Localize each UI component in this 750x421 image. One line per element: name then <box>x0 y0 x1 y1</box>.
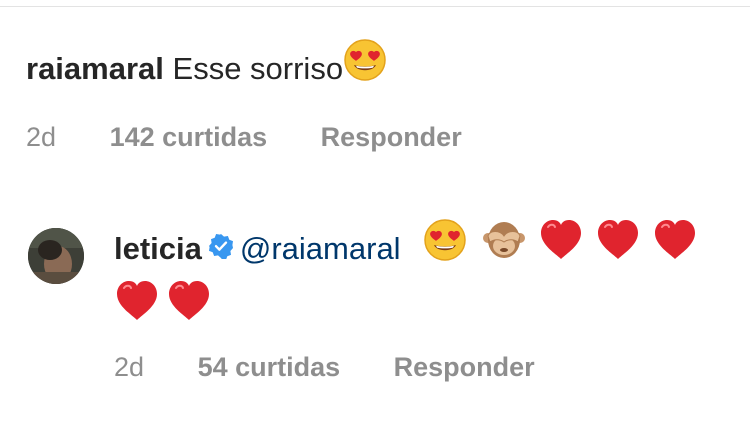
reply-button[interactable]: Responder <box>394 349 535 385</box>
comment-username[interactable]: raiamaral <box>26 51 164 86</box>
comment-likes-link[interactable]: 54 curtidas <box>198 349 341 385</box>
comment-text-line-continued <box>114 279 744 329</box>
avatar[interactable] <box>28 228 84 284</box>
reply-content: leticia @raiamaral 2d 54 curtidas Respon… <box>114 219 744 385</box>
comment-timestamp: 2d <box>26 122 57 153</box>
top-divider <box>0 0 750 7</box>
comment-timestamp: 2d <box>114 352 145 383</box>
reply-button[interactable]: Responder <box>321 119 462 155</box>
comment-likes-link[interactable]: 142 curtidas <box>110 119 268 155</box>
mention-link[interactable]: @raiamaral <box>240 231 401 266</box>
see-no-evil-monkey-emoji-icon <box>482 218 526 277</box>
heart-eyes-emoji-icon <box>423 218 467 277</box>
red-heart-emoji-icon <box>538 218 584 277</box>
red-heart-emoji-icon <box>166 279 212 328</box>
verified-badge-icon <box>208 224 234 274</box>
comment-meta: 2d 54 curtidas Responder <box>114 349 744 385</box>
heart-eyes-emoji-icon <box>343 38 387 97</box>
comment-text-line: leticia @raiamaral <box>114 219 744 277</box>
comment-text: Esse sorriso <box>172 51 344 86</box>
red-heart-emoji-icon <box>652 218 698 277</box>
red-heart-emoji-icon <box>595 218 641 277</box>
comment-meta: 2d 142 curtidas Responder <box>26 119 736 155</box>
comment-text-line: raiamaral Esse sorriso <box>26 39 736 97</box>
red-heart-emoji-icon <box>114 279 160 328</box>
comment-username[interactable]: leticia <box>114 231 202 266</box>
comment-raiamaral: raiamaral Esse sorriso 2d 142 curtidas R… <box>26 39 736 155</box>
